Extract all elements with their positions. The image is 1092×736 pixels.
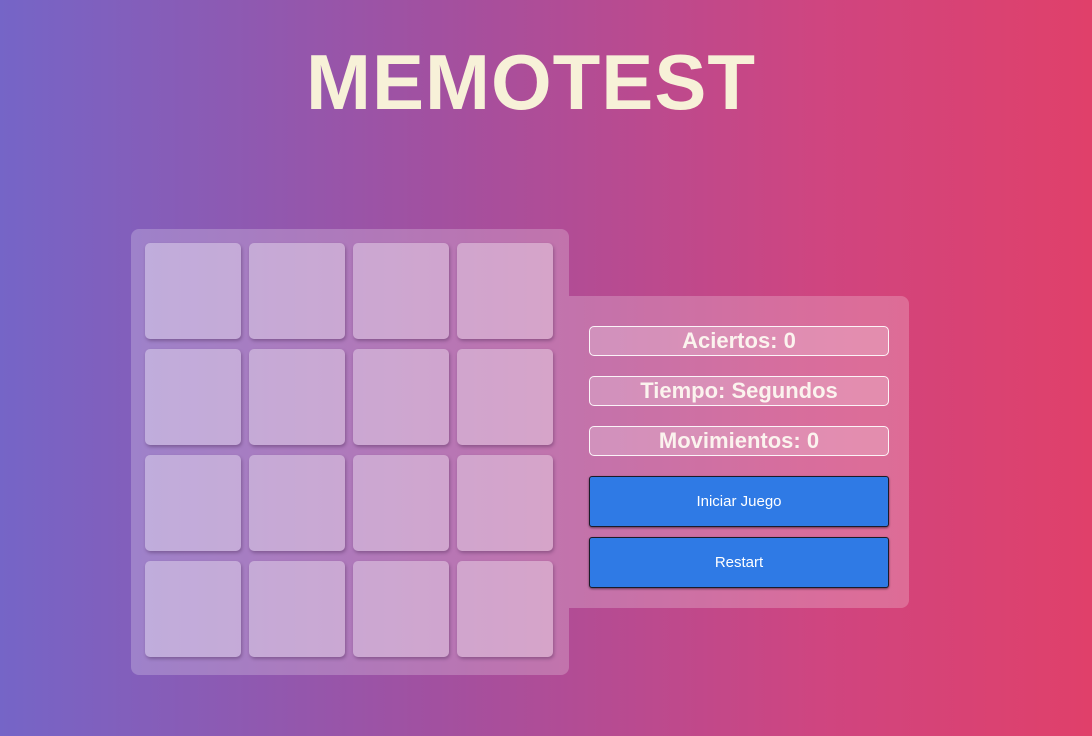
card-r1c3[interactable] <box>353 243 449 339</box>
card-r3c2[interactable] <box>249 455 345 551</box>
card-r3c4[interactable] <box>457 455 553 551</box>
movimientos-counter: Movimientos: 0 <box>589 426 889 456</box>
card-r1c4[interactable] <box>457 243 553 339</box>
card-r4c1[interactable] <box>145 561 241 657</box>
card-r3c1[interactable] <box>145 455 241 551</box>
stats-panel: Aciertos: 0 Tiempo: Segundos Movimientos… <box>569 296 909 608</box>
aciertos-counter: Aciertos: 0 <box>589 326 889 356</box>
start-game-button[interactable]: Iniciar Juego <box>589 476 889 527</box>
card-r3c3[interactable] <box>353 455 449 551</box>
card-r2c2[interactable] <box>249 349 345 445</box>
card-r2c4[interactable] <box>457 349 553 445</box>
card-r1c2[interactable] <box>249 243 345 339</box>
card-r1c1[interactable] <box>145 243 241 339</box>
card-r4c4[interactable] <box>457 561 553 657</box>
card-r4c3[interactable] <box>353 561 449 657</box>
tiempo-display: Tiempo: Segundos <box>589 376 889 406</box>
card-r2c3[interactable] <box>353 349 449 445</box>
card-board <box>131 229 569 675</box>
card-r2c1[interactable] <box>145 349 241 445</box>
card-r4c2[interactable] <box>249 561 345 657</box>
restart-button[interactable]: Restart <box>589 537 889 588</box>
game-title: MEMOTEST <box>306 38 756 126</box>
